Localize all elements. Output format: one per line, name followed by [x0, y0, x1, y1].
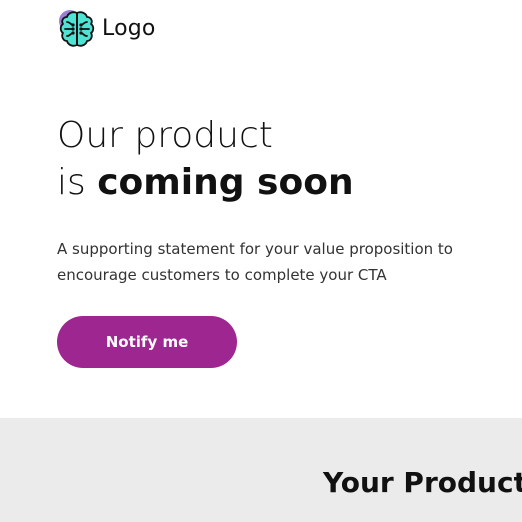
- brain-icon: [59, 10, 95, 47]
- logo-text: Logo: [102, 16, 156, 41]
- value-proposition-text: A supporting statement for your value pr…: [57, 240, 453, 284]
- headline-emphasis: coming soon: [97, 162, 354, 203]
- product-section: Your Product: [0, 418, 522, 522]
- logo[interactable]: Logo: [56, 8, 156, 50]
- coming-soon-page: Logo Our product is coming soon A suppor…: [0, 0, 522, 522]
- headline-prefix: is: [57, 162, 98, 203]
- headline-line-2: is coming soon: [57, 159, 497, 206]
- headline-line-1: Our product: [57, 115, 273, 156]
- hero-section: Our product is coming soon A supporting …: [57, 112, 497, 288]
- product-section-title: Your Product: [323, 466, 522, 499]
- page-title: Our product is coming soon: [57, 112, 497, 206]
- notify-me-button[interactable]: Notify me: [57, 316, 237, 368]
